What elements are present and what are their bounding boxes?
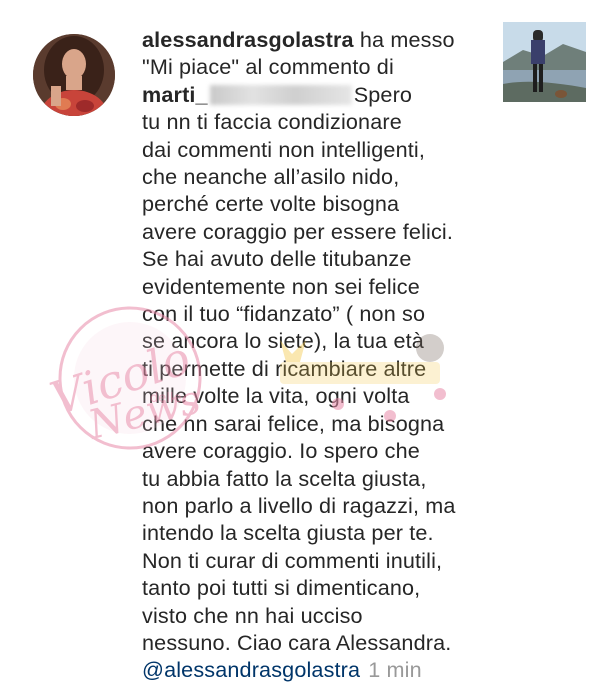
comment-line: che nn sarai felice, ma bisogna xyxy=(142,410,445,436)
notification-text: alessandrasgolastra ha messo "Mi piace" … xyxy=(142,26,494,684)
comment-line: non parlo a livello di ragazzi, ma xyxy=(142,492,456,518)
redacted-username-blur xyxy=(209,84,352,105)
action-text-line2: "Mi piace" al commento di xyxy=(142,54,394,80)
comment-line: Se hai avuto delle titubanze xyxy=(142,246,412,272)
comment-line: tanto poi tutti si dimenticano, xyxy=(142,575,421,601)
comment-line: avere coraggio per essere felici. xyxy=(142,218,454,244)
post-thumbnail[interactable] xyxy=(503,22,586,102)
comment-line: tu nn ti faccia condizionare xyxy=(142,109,402,135)
actor-avatar[interactable] xyxy=(33,34,115,116)
comment-line: dai commenti non intelligenti, xyxy=(142,136,425,162)
comment-line: che neanche all’asilo nido, xyxy=(142,164,400,190)
comment-line: avere coraggio. Io spero che xyxy=(142,438,420,464)
comment-line: tu abbia fatto la scelta giusta, xyxy=(142,465,427,491)
mention-link[interactable]: @alessandrasgolastra xyxy=(142,657,360,682)
action-text: ha messo xyxy=(353,27,455,52)
comment-line: intendo la scelta giusta per te. xyxy=(142,520,434,546)
actor-username-link[interactable]: alessandrasgolastra xyxy=(142,27,354,52)
comment-line: ti permette di ricambiare altre xyxy=(142,355,427,381)
commenter-username-link[interactable]: marti_ xyxy=(142,82,208,107)
comment-line: nessuno. Ciao cara Alessandra. xyxy=(142,629,452,655)
comment-line: perché certe volte bisogna xyxy=(142,191,400,217)
comment-line: Non ti curar di commenti inutili, xyxy=(142,547,443,573)
comment-line: visto che nn hai ucciso xyxy=(142,602,363,628)
comment-text-start: Spero xyxy=(353,81,413,107)
comment-line: evidentemente non sei felice xyxy=(142,273,420,299)
timestamp: 1 min xyxy=(368,657,422,683)
comment-line: con il tuo “fidanzato” ( non so xyxy=(142,301,426,327)
comment-line: mille volte la vita, ogni volta xyxy=(142,383,410,409)
comment-line: se ancora lo siete), la tua età xyxy=(142,328,424,354)
